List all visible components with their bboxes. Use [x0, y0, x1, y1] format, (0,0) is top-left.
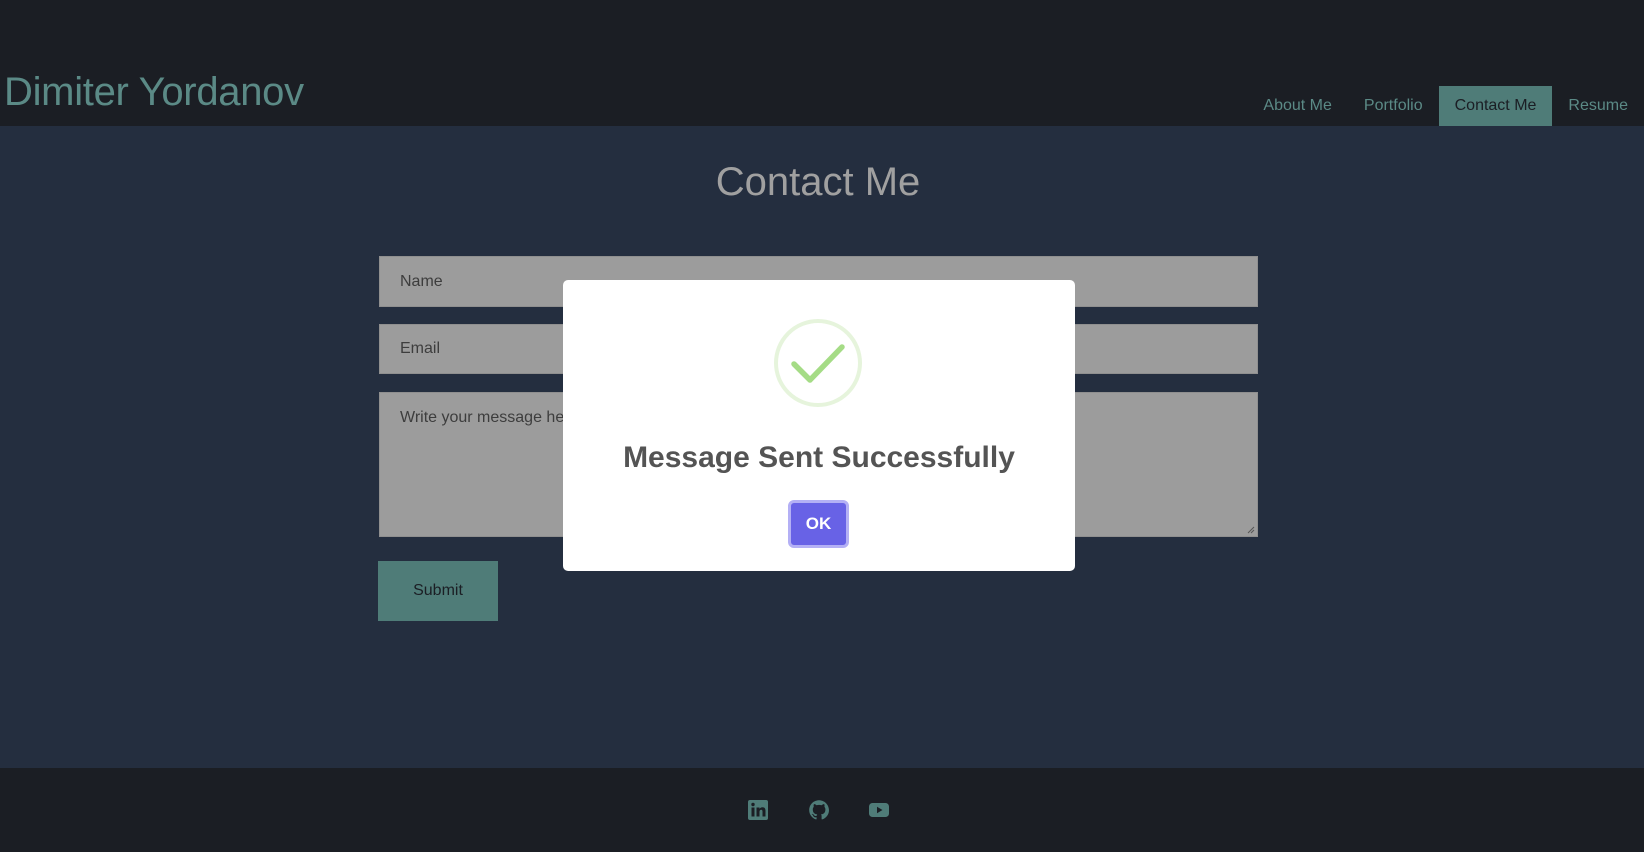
- modal-overlay[interactable]: Message Sent Successfully OK: [0, 0, 1644, 852]
- success-check-icon: [774, 319, 862, 407]
- dialog-title: Message Sent Successfully: [623, 441, 1015, 474]
- ok-button[interactable]: OK: [788, 500, 849, 548]
- success-dialog: Message Sent Successfully OK: [563, 280, 1075, 571]
